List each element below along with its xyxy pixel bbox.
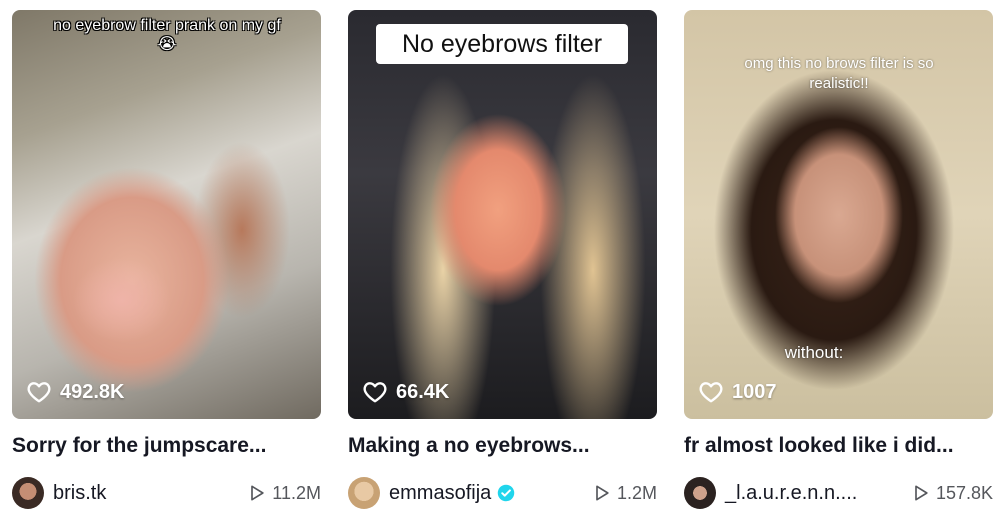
heart-outline-icon xyxy=(699,382,723,403)
overlay-caption: omg this no brows filter is so realistic… xyxy=(744,55,934,92)
play-outline-icon xyxy=(915,485,928,501)
view-count: 11.2M xyxy=(247,483,321,504)
overlay-caption: no eyebrow filter prank on my gf😭 xyxy=(53,17,281,53)
video-card-1[interactable]: no eyebrow filter prank on my gf😭 492.8K… xyxy=(12,10,321,509)
heart-outline-icon xyxy=(27,382,51,403)
view-count-value: 11.2M xyxy=(272,482,321,503)
view-count-value: 1.2M xyxy=(616,482,657,503)
avatar[interactable] xyxy=(12,477,44,509)
video-thumbnail[interactable]: omg this no brows filter is so realistic… xyxy=(684,10,993,419)
view-count: 1.2M xyxy=(592,483,657,504)
like-count-value: 66.4K xyxy=(396,380,450,403)
like-count: 1007 xyxy=(698,379,777,405)
view-count: 157.8K xyxy=(911,483,993,504)
video-title[interactable]: fr almost looked like i did... xyxy=(684,433,993,459)
like-count-value: 492.8K xyxy=(60,380,125,403)
username[interactable]: bris.tk xyxy=(53,482,106,505)
username[interactable]: emmasofija xyxy=(389,482,491,505)
play-outline-icon xyxy=(251,485,264,501)
username[interactable]: _l.a.u.r.e.n.n.... xyxy=(725,482,857,505)
like-count: 492.8K xyxy=(26,379,125,405)
like-count: 66.4K xyxy=(362,379,449,405)
view-count-value: 157.8K xyxy=(935,482,993,503)
avatar[interactable] xyxy=(684,477,716,509)
like-count-value: 1007 xyxy=(732,380,777,403)
heart-outline-icon xyxy=(363,382,387,403)
video-title[interactable]: Sorry for the jumpscare... xyxy=(12,433,321,459)
video-card-2[interactable]: No eyebrows filter 66.4K Making a no eye… xyxy=(348,10,657,509)
overlay-caption: No eyebrows filter xyxy=(376,24,628,64)
video-title[interactable]: Making a no eyebrows... xyxy=(348,433,657,459)
video-thumbnail[interactable]: No eyebrows filter 66.4K xyxy=(348,10,657,419)
video-card-3[interactable]: omg this no brows filter is so realistic… xyxy=(684,10,993,509)
avatar[interactable] xyxy=(348,477,380,509)
video-thumbnail[interactable]: no eyebrow filter prank on my gf😭 492.8K xyxy=(12,10,321,419)
verified-badge-icon xyxy=(498,484,515,502)
play-outline-icon xyxy=(596,485,609,501)
overlay-caption-secondary: without: xyxy=(784,343,844,362)
